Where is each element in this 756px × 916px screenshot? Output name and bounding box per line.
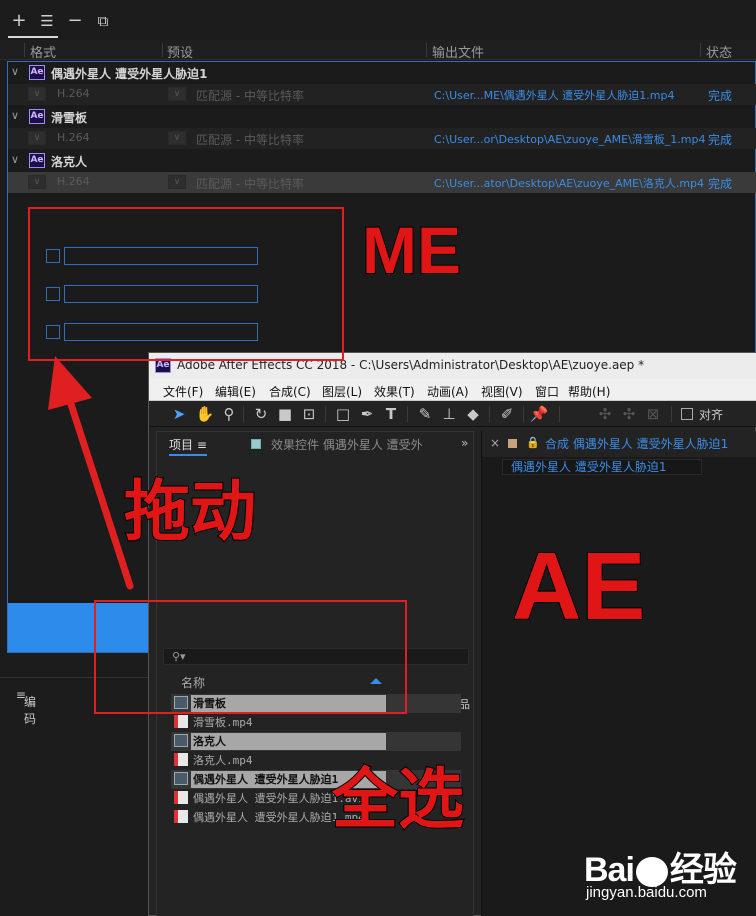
baidu-watermark: Bai 经验 jingyan.baidu.com — [576, 842, 756, 916]
paw-icon — [635, 857, 668, 888]
annotation-select-all: 全选 — [331, 760, 465, 839]
annotation-me: ME — [361, 212, 462, 288]
baidu-url: jingyan.baidu.com — [586, 884, 707, 901]
annotation-drag: 拖动 — [123, 472, 257, 551]
annotation-ae: AE — [511, 532, 646, 641]
